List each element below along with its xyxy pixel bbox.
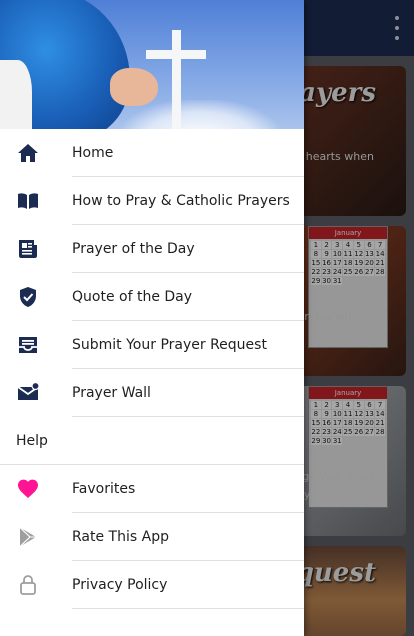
drawer-item-label: Rate This App [72,529,169,545]
drawer-item-prayer-of-the-day[interactable]: Prayer of the Day [0,225,304,273]
drawer-item-quote-of-the-day[interactable]: Quote of the Day [0,273,304,321]
drawer-item-label: Quote of the Day [72,289,193,305]
drawer-item-favorites[interactable]: Favorites [0,465,304,513]
statue-hand [110,68,158,106]
drawer-item-home[interactable]: Home [0,129,304,177]
inbox-tray-icon [16,333,40,357]
divider [72,608,304,609]
drawer-header-image [0,0,304,129]
lock-icon [16,573,40,597]
drawer-item-label: Privacy Policy [72,577,168,593]
mail-badge-icon [16,381,40,405]
drawer-item-privacy-policy[interactable]: Privacy Policy [0,561,304,609]
home-icon [16,141,40,165]
navigation-drawer: Home How to Pray & Catholic Prayers Pray… [0,0,304,636]
verified-shield-icon [16,285,40,309]
drawer-item-label: Prayer of the Day [72,241,195,257]
section-label: Help [16,433,48,449]
book-icon [16,189,40,213]
drawer-item-label: Home [72,145,114,161]
drawer-item-label: How to Pray & Catholic Prayers [72,193,290,209]
play-store-icon [16,525,40,549]
cross-image [172,30,181,129]
drawer-item-prayer-wall[interactable]: Prayer Wall [0,369,304,417]
drawer-item-rate-app[interactable]: Rate This App [0,513,304,561]
drawer-item-submit-prayer-request[interactable]: Submit Your Prayer Request [0,321,304,369]
heart-icon [16,477,40,501]
drawer-menu: Home How to Pray & Catholic Prayers Pray… [0,129,304,609]
help-section-header: Help [0,417,304,465]
drawer-item-how-to-pray[interactable]: How to Pray & Catholic Prayers [0,177,304,225]
drawer-item-label: Submit Your Prayer Request [72,337,267,353]
drawer-item-label: Prayer Wall [72,385,151,401]
drawer-item-label: Favorites [72,481,136,497]
newspaper-icon [16,237,40,261]
